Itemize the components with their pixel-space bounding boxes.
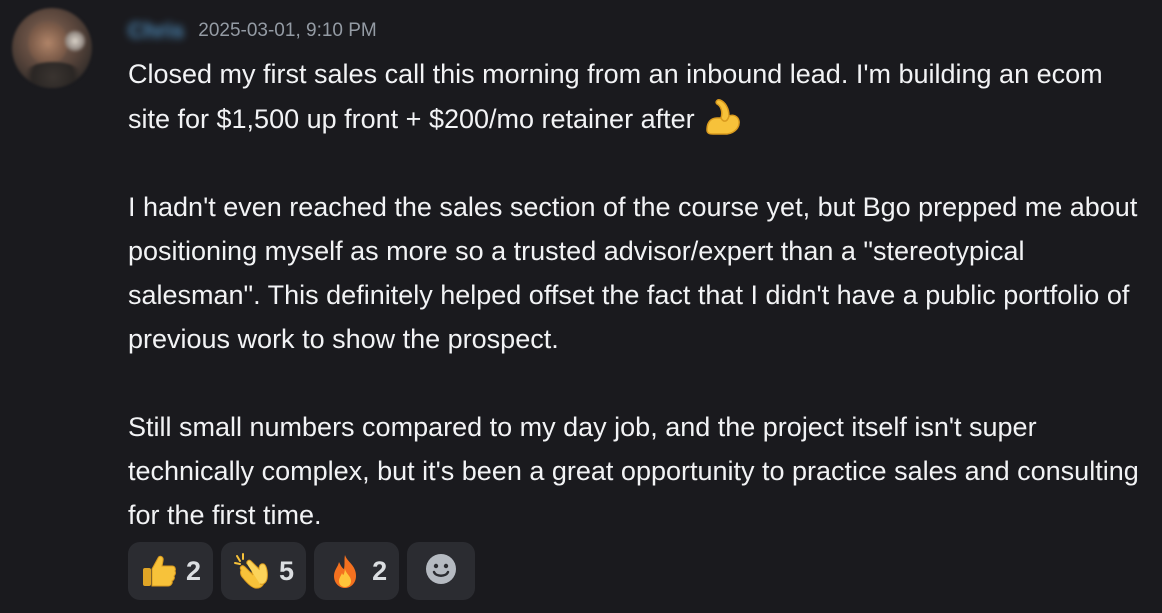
add-reaction-button[interactable]: [407, 542, 476, 600]
message-timestamp: 2025-03-01, 9:10 PM: [198, 20, 377, 41]
username[interactable]: Chris: [128, 18, 184, 44]
reaction-thumbs-up[interactable]: 2: [128, 542, 214, 600]
message-paragraph: Still small numbers compared to my day j…: [128, 412, 1139, 530]
clapping-hands-icon: [233, 552, 271, 590]
reaction-count: 2: [372, 555, 388, 586]
user-avatar[interactable]: [12, 8, 92, 88]
reactions-bar: 2 5 2: [128, 542, 476, 600]
thumbs-up-icon: [140, 552, 178, 590]
chat-message: Chris 2025-03-01, 9:10 PM Closed my firs…: [0, 0, 1162, 613]
reaction-clapping-hands[interactable]: 5: [221, 542, 307, 600]
message-header: Chris 2025-03-01, 9:10 PM: [128, 16, 377, 46]
smiley-face-icon: [424, 552, 458, 591]
message-paragraph-text: Closed my first sales call this morning …: [128, 59, 1103, 134]
reaction-fire[interactable]: 2: [314, 542, 400, 600]
message-paragraph: I hadn't even reached the sales section …: [128, 192, 1138, 354]
message-content: Closed my first sales call this morning …: [128, 52, 1148, 537]
message-paragraph: Closed my first sales call this morning …: [128, 52, 1148, 141]
reaction-count: 5: [279, 555, 295, 586]
flexed-biceps-icon: [701, 96, 743, 138]
reaction-count: 2: [186, 555, 202, 586]
fire-icon: [326, 552, 364, 590]
